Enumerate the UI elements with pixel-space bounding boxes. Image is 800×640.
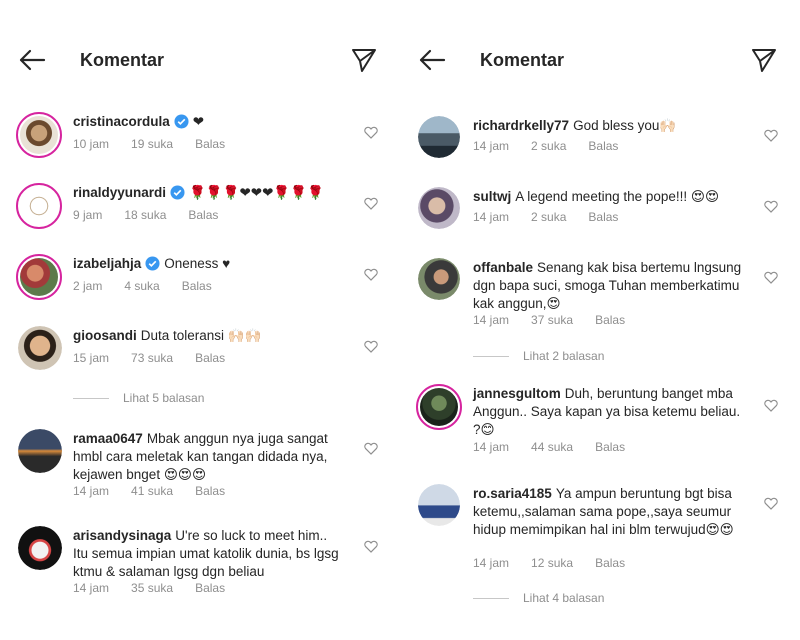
comment-text: 🌹🌹🌹❤❤❤🌹🌹🌹 [189, 185, 324, 200]
reply-button[interactable]: Balas [595, 440, 625, 454]
comment-username[interactable]: arisandysinaga [73, 528, 171, 543]
comment-time: 14 jam [473, 556, 510, 570]
header: Komentar [0, 40, 400, 80]
comment-username[interactable]: ramaa0647 [73, 431, 143, 446]
heart-outline-icon[interactable] [364, 540, 378, 553]
heart-outline-icon[interactable] [364, 268, 378, 281]
replies-divider [73, 398, 109, 400]
view-replies-label[interactable]: Lihat 2 balasan [523, 349, 604, 363]
comment-likes[interactable]: 2 suka [531, 139, 566, 153]
reply-button[interactable]: Balas [195, 484, 225, 498]
reply-button[interactable]: Balas [595, 313, 625, 327]
replies-divider [473, 356, 509, 358]
avatar[interactable] [18, 326, 62, 370]
comment-text: ❤ [192, 114, 205, 129]
view-replies-button[interactable]: Lihat 4 balasan [473, 591, 604, 605]
avatar[interactable] [16, 183, 62, 229]
view-replies-label[interactable]: Lihat 4 balasan [523, 591, 604, 605]
comment-likes[interactable]: 2 suka [531, 210, 566, 224]
back-arrow-icon[interactable] [18, 48, 46, 72]
comment-likes[interactable]: 18 suka [124, 208, 166, 222]
comments-panel-left: Komentar cristinacordula ❤ 10 jam 19 suka B… [0, 0, 400, 640]
comment-likes[interactable]: 19 suka [131, 137, 173, 151]
heart-outline-icon[interactable] [764, 271, 778, 284]
comment-username[interactable]: gioosandi [73, 328, 137, 343]
comment-time: 14 jam [473, 440, 510, 454]
heart-outline-icon[interactable] [364, 340, 378, 353]
paper-plane-icon[interactable] [350, 46, 378, 74]
comment-username[interactable]: rinaldyyunardi [73, 185, 166, 200]
comment-time: 14 jam [473, 210, 510, 224]
comment-username[interactable]: izabeljahja [73, 256, 141, 271]
page-title: Komentar [80, 50, 165, 70]
reply-button[interactable]: Balas [588, 210, 618, 224]
comment-time: 14 jam [473, 139, 510, 153]
comment-time: 15 jam [73, 351, 110, 365]
comment-username[interactable]: sultwj [473, 189, 511, 204]
comment-time: 9 jam [73, 208, 103, 222]
heart-outline-icon[interactable] [764, 399, 778, 412]
avatar[interactable] [416, 384, 462, 430]
heart-outline-icon[interactable] [364, 442, 378, 455]
comment-text: A legend meeting the pope!!! 😍😍 [515, 189, 720, 204]
comment-likes[interactable]: 12 suka [531, 556, 573, 570]
page-title: Komentar [480, 50, 565, 70]
comment-text: God bless you🙌🏻 [573, 118, 677, 133]
comment-likes[interactable]: 35 suka [131, 581, 173, 595]
avatar[interactable] [16, 254, 62, 300]
reply-button[interactable]: Balas [588, 139, 618, 153]
view-replies-label[interactable]: Lihat 5 balasan [123, 391, 204, 405]
heart-outline-icon[interactable] [764, 200, 778, 213]
comment-username[interactable]: offanbale [473, 260, 533, 275]
reply-button[interactable]: Balas [195, 581, 225, 595]
reply-button[interactable]: Balas [188, 208, 218, 222]
comment-username[interactable]: jannesgultom [473, 386, 561, 401]
avatar[interactable] [18, 429, 62, 473]
reply-button[interactable]: Balas [182, 279, 212, 293]
verified-badge-icon [174, 114, 189, 129]
comment-text: Duta toleransi 🙌🏻🙌🏻 [140, 328, 262, 343]
avatar[interactable] [16, 112, 62, 158]
comment-time: 2 jam [73, 279, 103, 293]
avatar[interactable] [418, 187, 460, 229]
heart-outline-icon[interactable] [364, 197, 378, 210]
comment-time: 14 jam [73, 484, 110, 498]
heart-outline-icon[interactable] [764, 497, 778, 510]
comment-likes[interactable]: 41 suka [131, 484, 173, 498]
avatar[interactable] [418, 116, 460, 158]
comment-likes[interactable]: 73 suka [131, 351, 173, 365]
verified-badge-icon [170, 185, 185, 200]
comment-likes[interactable]: 44 suka [531, 440, 573, 454]
heart-outline-icon[interactable] [764, 129, 778, 142]
reply-button[interactable]: Balas [595, 556, 625, 570]
reply-button[interactable]: Balas [195, 137, 225, 151]
replies-divider [473, 598, 509, 600]
comment-time: 14 jam [473, 313, 510, 327]
header: Komentar [400, 40, 800, 80]
avatar[interactable] [418, 258, 460, 300]
verified-badge-icon [145, 256, 160, 271]
comments-panel-right: Komentar richardrkelly77 God bless you🙌🏻 … [400, 0, 800, 640]
comment-time: 10 jam [73, 137, 110, 151]
comment-text: Oneness ♥ [164, 256, 231, 271]
avatar[interactable] [18, 526, 62, 570]
back-arrow-icon[interactable] [418, 48, 446, 72]
heart-outline-icon[interactable] [364, 126, 378, 139]
comment-likes[interactable]: 4 suka [124, 279, 159, 293]
reply-button[interactable]: Balas [195, 351, 225, 365]
comment-username[interactable]: cristinacordula [73, 114, 170, 129]
view-replies-button[interactable]: Lihat 2 balasan [473, 349, 604, 363]
paper-plane-icon[interactable] [750, 46, 778, 74]
comment-likes[interactable]: 37 suka [531, 313, 573, 327]
comment-time: 14 jam [73, 581, 110, 595]
view-replies-button[interactable]: Lihat 5 balasan [73, 391, 204, 405]
comment-username[interactable]: ro.saria4185 [473, 486, 552, 501]
comment-username[interactable]: richardrkelly77 [473, 118, 569, 133]
avatar[interactable] [418, 484, 460, 526]
